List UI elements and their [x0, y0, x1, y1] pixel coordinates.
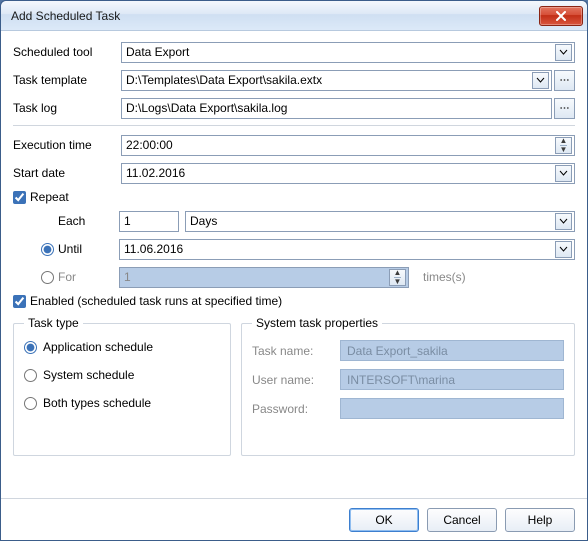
label-task-template: Task template — [13, 73, 121, 87]
sp-user-name-value: INTERSOFT\marina — [347, 373, 455, 387]
task-type-app-radio[interactable] — [24, 341, 37, 354]
task-log-browse-button[interactable]: ⋯ — [554, 98, 575, 119]
sp-password-field — [340, 398, 564, 419]
task-type-system-label: System schedule — [43, 368, 134, 382]
ok-button[interactable]: OK — [349, 508, 419, 532]
task-template-combo[interactable] — [121, 70, 552, 91]
sp-label-task-name: Task name: — [252, 344, 332, 358]
until-date-input[interactable] — [124, 241, 555, 258]
until-radio[interactable] — [41, 243, 54, 256]
sp-task-name-field: Data Export_sakila — [340, 340, 564, 361]
task-template-input[interactable] — [126, 72, 532, 89]
task-log-field[interactable] — [121, 98, 552, 119]
system-props-group: System task properties Task name: Data E… — [241, 316, 575, 456]
task-type-both-radio[interactable] — [24, 397, 37, 410]
chevron-down-icon — [559, 246, 568, 252]
task-type-legend: Task type — [24, 316, 83, 330]
label-scheduled-tool: Scheduled tool — [13, 45, 121, 59]
execution-time-spinner[interactable]: ▲ ▼ — [121, 135, 575, 156]
each-value-spinner[interactable]: ▲ ▼ — [119, 211, 179, 232]
sp-task-name-value: Data Export_sakila — [347, 344, 448, 358]
task-template-browse-button[interactable]: ⋯ — [554, 70, 575, 91]
close-icon — [555, 11, 567, 21]
each-unit-dropdown-button[interactable] — [555, 213, 572, 230]
dialog-content: Scheduled tool Task template — [1, 31, 587, 498]
for-value-spinner: ▲ ▼ — [119, 267, 409, 288]
label-for: For — [58, 270, 76, 284]
start-date-input[interactable] — [126, 165, 555, 182]
task-type-system-radio[interactable] — [24, 369, 37, 382]
label-until: Until — [58, 242, 82, 256]
execution-time-spin-buttons[interactable]: ▲ ▼ — [555, 137, 572, 154]
scheduled-tool-combo[interactable] — [121, 42, 575, 63]
task-template-dropdown-button[interactable] — [532, 72, 549, 89]
execution-time-input[interactable] — [126, 137, 555, 154]
dialog-footer: OK Cancel Help — [1, 498, 587, 540]
chevron-down-icon — [559, 170, 568, 176]
ellipsis-icon: ⋯ — [560, 75, 570, 86]
label-enabled: Enabled (scheduled task runs at specifie… — [30, 294, 282, 308]
label-times: times(s) — [423, 270, 466, 284]
task-type-both-label: Both types schedule — [43, 396, 151, 410]
until-date-dropdown-button[interactable] — [555, 241, 572, 258]
ellipsis-icon: ⋯ — [560, 103, 570, 114]
scheduled-tool-input[interactable] — [126, 44, 555, 61]
spin-down-icon[interactable]: ▼ — [560, 146, 568, 154]
chevron-down-icon — [536, 77, 545, 83]
dialog-window: Add Scheduled Task Scheduled tool Task t… — [0, 0, 588, 541]
task-type-app-label: Application schedule — [43, 340, 153, 354]
repeat-checkbox[interactable] — [13, 191, 26, 204]
label-each: Each — [58, 214, 85, 228]
scheduled-tool-dropdown-button[interactable] — [555, 44, 572, 61]
cancel-button[interactable]: Cancel — [427, 508, 497, 532]
sp-user-name-field: INTERSOFT\marina — [340, 369, 564, 390]
enabled-checkbox[interactable] — [13, 295, 26, 308]
task-type-group: Task type Application schedule System sc… — [13, 316, 231, 456]
start-date-dropdown-button[interactable] — [555, 165, 572, 182]
task-log-input[interactable] — [126, 100, 549, 117]
each-unit-input[interactable] — [190, 213, 555, 230]
window-close-button[interactable] — [539, 6, 583, 26]
sp-label-password: Password: — [252, 402, 332, 416]
for-value-spin-buttons: ▲ ▼ — [389, 269, 406, 286]
chevron-down-icon — [559, 218, 568, 224]
label-start-date: Start date — [13, 166, 121, 180]
help-button[interactable]: Help — [505, 508, 575, 532]
spin-down-icon: ▼ — [394, 278, 402, 286]
start-date-field[interactable] — [121, 163, 575, 184]
titlebar[interactable]: Add Scheduled Task — [1, 1, 587, 31]
each-unit-combo[interactable] — [185, 211, 575, 232]
system-props-legend: System task properties — [252, 316, 382, 330]
label-execution-time: Execution time — [13, 138, 121, 152]
label-task-log: Task log — [13, 101, 121, 115]
sp-label-user-name: User name: — [252, 373, 332, 387]
until-date-field[interactable] — [119, 239, 575, 260]
for-radio[interactable] — [41, 271, 54, 284]
for-value-input — [124, 269, 389, 286]
separator — [13, 125, 575, 126]
window-title: Add Scheduled Task — [11, 9, 539, 23]
label-repeat: Repeat — [30, 190, 69, 204]
chevron-down-icon — [559, 49, 568, 55]
